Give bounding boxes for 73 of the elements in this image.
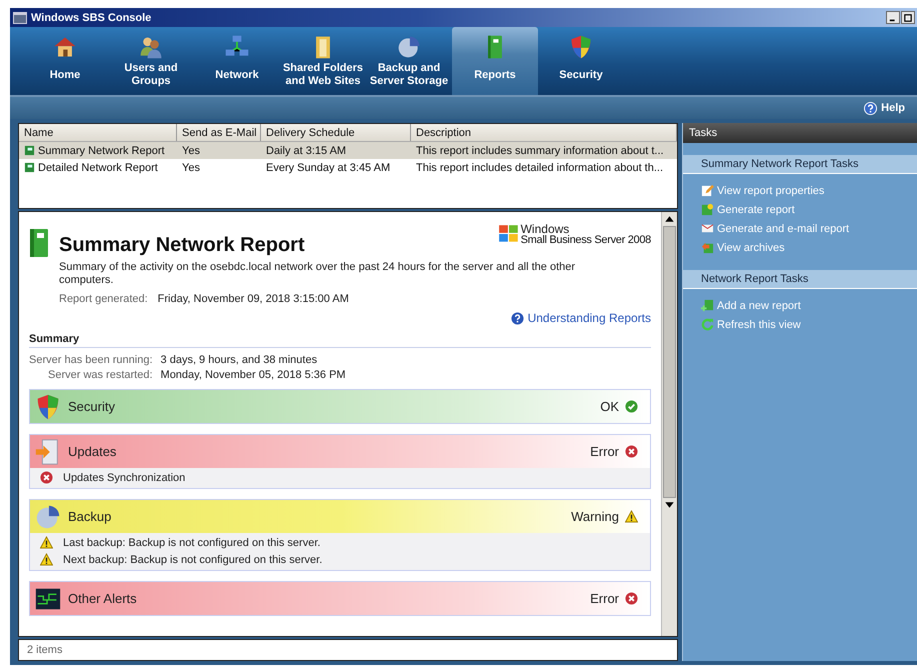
- warning-icon: [625, 510, 638, 523]
- alert-text: Next backup: Backup is not configured on this server.: [63, 554, 322, 566]
- nav-tab[interactable]: Home: [22, 27, 108, 95]
- item-count: 2 items: [27, 644, 62, 656]
- help-icon: [510, 312, 524, 324]
- report-title: Summary Network Report: [59, 234, 305, 257]
- report-icon: [24, 145, 35, 156]
- flag-logo-icon: [498, 224, 520, 244]
- alert-text: Updates Synchronization: [63, 472, 186, 484]
- window-title: Windows SBS Console: [31, 12, 152, 24]
- warning-icon: [40, 536, 53, 549]
- understanding-link[interactable]: Understanding Reports: [528, 311, 651, 325]
- archive-icon: [701, 241, 714, 254]
- console-icon: [13, 12, 27, 24]
- column-header[interactable]: Delivery Schedule: [261, 124, 411, 141]
- status-label: OK: [600, 399, 619, 414]
- envelope-icon: [701, 222, 714, 235]
- fact-label: Server has been running:: [29, 354, 153, 366]
- error-icon: [625, 445, 638, 458]
- status-label: Warning: [571, 509, 619, 524]
- book-icon: [29, 228, 49, 258]
- maximize-button[interactable]: [901, 11, 915, 24]
- table-cell: Every Sunday at 3:45 AM: [266, 162, 390, 174]
- nav-tab[interactable]: Backup and Server Storage: [366, 27, 452, 95]
- maximize-icon: [904, 14, 912, 22]
- section-title: Other Alerts: [68, 591, 137, 606]
- nav-tab[interactable]: Security: [538, 27, 624, 95]
- nav-tab[interactable]: Network: [194, 27, 280, 95]
- summary-heading: Summary: [29, 333, 651, 348]
- fact-value: Monday, November 05, 2018 5:36 PM: [160, 369, 347, 381]
- table-cell: Yes: [182, 144, 200, 156]
- generated-label: Report generated:: [59, 293, 148, 305]
- minimize-button[interactable]: [886, 11, 900, 24]
- report-row[interactable]: Detailed Network Report Yes Every Sunday at 3:45 AM This report includes detailed information about th...: [19, 159, 677, 176]
- section-title: Updates: [68, 444, 116, 459]
- task-group-header: Summary Network Report Tasks: [683, 155, 917, 174]
- help-icon: [864, 102, 878, 114]
- nav-tab[interactable]: Users and Groups: [108, 27, 194, 95]
- error-icon: [40, 471, 53, 484]
- check-icon: [625, 400, 638, 413]
- table-cell: Daily at 3:15 AM: [266, 144, 346, 156]
- logo-brand: Windows: [520, 224, 570, 235]
- alert-text: Last backup: Backup is not configured on this server.: [63, 536, 320, 548]
- logo-product: Small Business Server 2008: [520, 235, 651, 246]
- nav-tab[interactable]: Shared Folders and Web Sites: [280, 27, 366, 95]
- table-cell: Yes: [182, 162, 200, 174]
- table-cell: Summary Network Report: [38, 144, 165, 156]
- fact-value: 3 days, 9 hours, and 38 minutes: [160, 354, 318, 366]
- nav-tab[interactable]: Reports: [452, 27, 538, 95]
- table-cell: This report includes summary information about t...: [416, 144, 664, 156]
- column-header[interactable]: Send as E-Mail: [177, 124, 261, 141]
- status-label: Error: [590, 591, 619, 606]
- report-row[interactable]: Summary Network Report Yes Daily at 3:15 AM This report includes summary information about t...: [19, 142, 677, 159]
- report-icon: [24, 162, 35, 173]
- generated-value: Friday, November 09, 2018 3:15:00 AM: [158, 293, 349, 305]
- warning-icon: [40, 553, 53, 566]
- table-cell: Detailed Network Report: [38, 162, 158, 174]
- scrollbar[interactable]: [661, 212, 677, 636]
- refresh-icon: [701, 318, 714, 331]
- column-header[interactable]: Name: [19, 124, 177, 141]
- section-title: Security: [68, 399, 115, 414]
- status-label: Error: [590, 444, 619, 459]
- add-report-icon: [701, 299, 714, 312]
- pencil-icon: [701, 184, 714, 197]
- section-title: Backup: [68, 509, 112, 524]
- table-cell: This report includes detailed information about th...: [416, 162, 664, 174]
- report-description: Summary of the activity on the osebdc.local network over the past 24 hours for the server and all the other computers.: [59, 261, 576, 287]
- help-link[interactable]: Help: [858, 100, 911, 116]
- column-header[interactable]: Description: [411, 124, 677, 141]
- tasks-header: Tasks: [683, 123, 917, 143]
- error-icon: [625, 592, 638, 605]
- fact-label: Server was restarted:: [46, 369, 153, 381]
- task-group-header: Network Report Tasks: [683, 270, 917, 289]
